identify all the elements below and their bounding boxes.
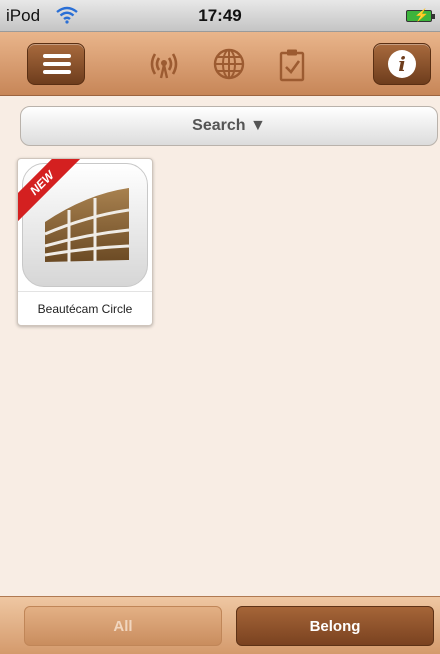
app-tile[interactable]: NEW Beautécam Circle <box>17 158 153 326</box>
new-badge: NEW <box>18 159 88 229</box>
info-icon: i <box>388 50 416 78</box>
status-bar: iPod 17:49 ⚡ <box>0 0 440 32</box>
new-badge-label: NEW <box>18 159 85 226</box>
clock: 17:49 <box>198 6 242 25</box>
app-name: Beautécam Circle <box>18 291 152 325</box>
top-toolbar: i <box>0 32 440 96</box>
battery-icon: ⚡ <box>406 8 435 22</box>
bottom-bar: All Belong <box>0 596 440 654</box>
search-dropdown[interactable]: Search ▼ <box>20 106 438 146</box>
clipboard-check-icon[interactable] <box>278 48 306 87</box>
menu-button[interactable] <box>27 43 85 85</box>
broadcast-icon[interactable] <box>147 48 181 85</box>
tab-belong[interactable]: Belong <box>236 606 434 646</box>
info-button[interactable]: i <box>373 43 431 85</box>
tab-all[interactable]: All <box>24 606 222 646</box>
globe-icon[interactable] <box>212 48 246 85</box>
